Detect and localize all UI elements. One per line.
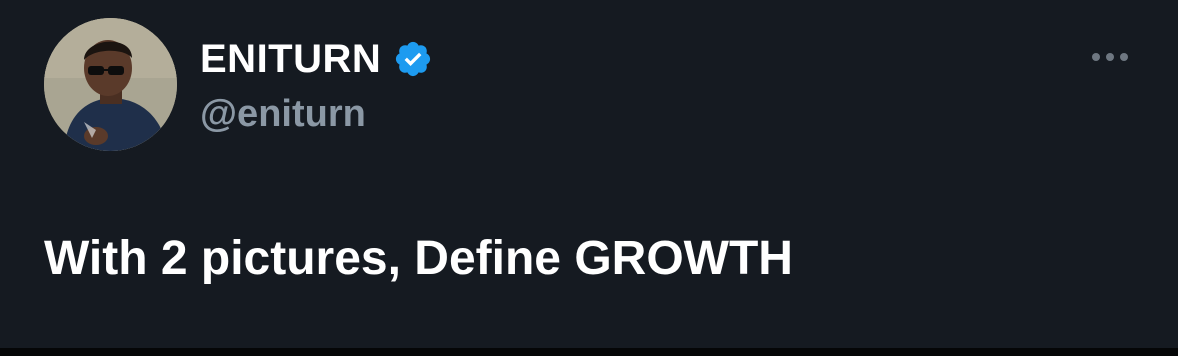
more-horizontal-icon-dot (1106, 53, 1114, 61)
tweet-text: With 2 pictures, Define GROWTH (44, 232, 793, 285)
verified-badge-icon (393, 39, 433, 79)
more-horizontal-icon-dot (1120, 53, 1128, 61)
more-options-button[interactable] (1084, 42, 1136, 72)
avatar[interactable] (44, 18, 177, 151)
author-name-row: ENITURN (200, 34, 433, 84)
more-horizontal-icon (1092, 53, 1100, 61)
tweet-card: ENITURN @eniturn With 2 pictures, Define… (0, 0, 1178, 356)
author-handle[interactable]: @eniturn (200, 90, 366, 138)
avatar-image (44, 18, 177, 151)
author-display-name[interactable]: ENITURN (200, 34, 381, 84)
